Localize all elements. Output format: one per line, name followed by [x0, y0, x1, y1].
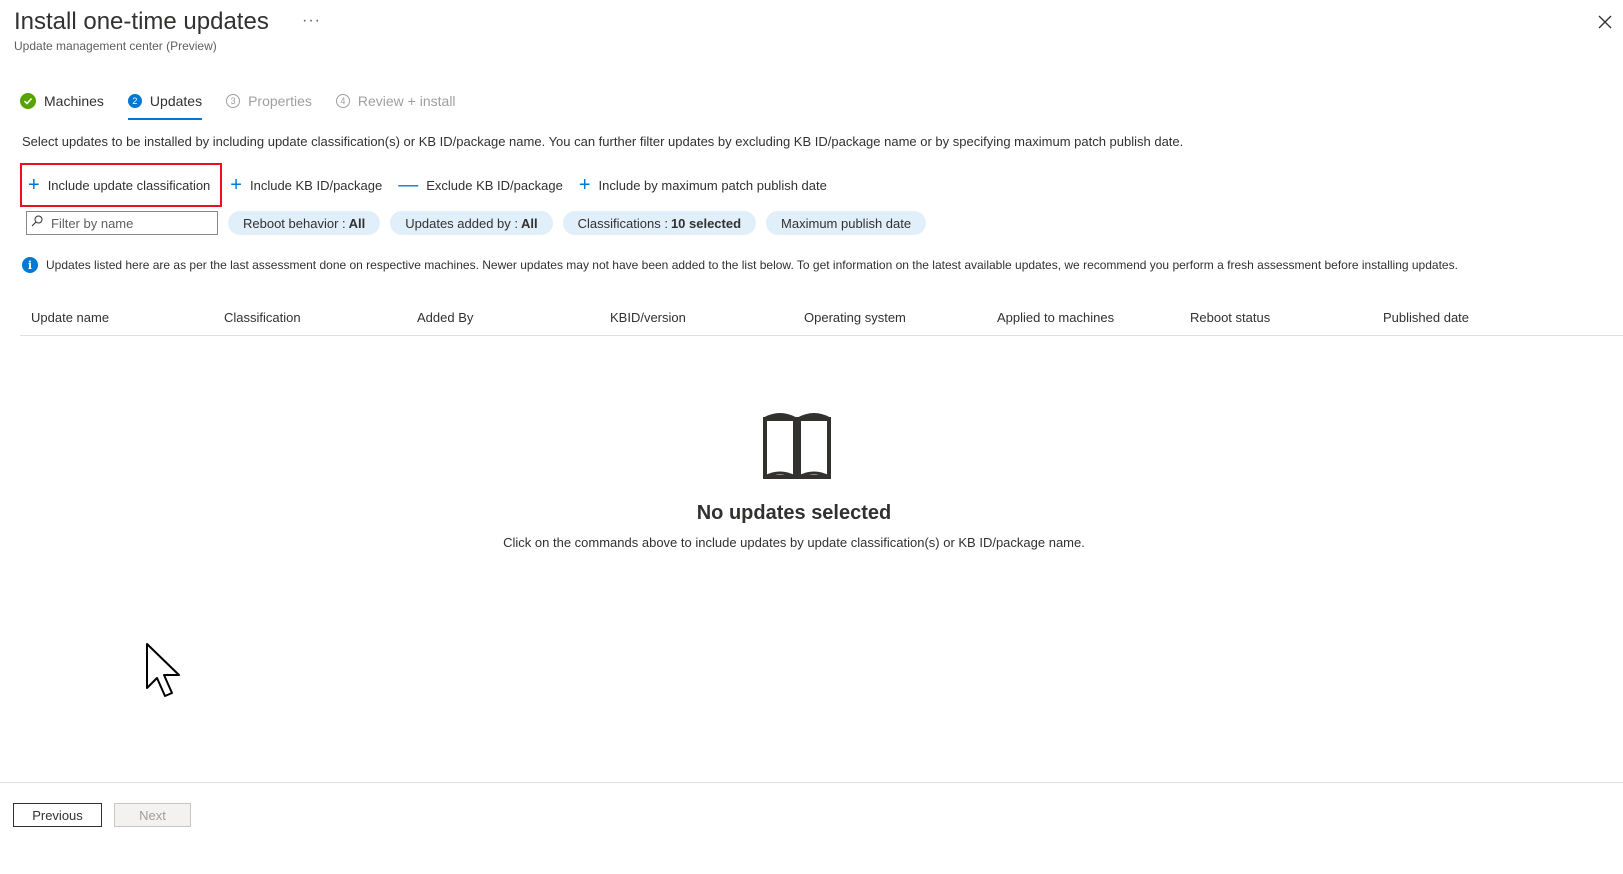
maximum-publish-date-filter[interactable]: Maximum publish date — [766, 211, 927, 235]
updates-added-by-filter[interactable]: Updates added by : All — [390, 211, 553, 235]
plus-icon: + — [28, 174, 40, 196]
footer: Previous Next — [0, 782, 1623, 874]
previous-button[interactable]: Previous — [13, 803, 102, 827]
filter-by-name-field[interactable] — [26, 211, 218, 235]
step-label: Updates — [149, 93, 203, 109]
check-circle-icon — [20, 93, 36, 109]
step-review-install[interactable]: 4 Review + install — [335, 88, 456, 114]
column-header-classification[interactable]: Classification — [224, 310, 301, 325]
column-header-operating-system[interactable]: Operating system — [804, 310, 906, 325]
search-input[interactable] — [49, 214, 213, 232]
command-label: Include by maximum patch publish date — [598, 177, 827, 193]
more-options-button[interactable]: ··· — [302, 12, 321, 30]
instructions-text: Select updates to be installed by includ… — [22, 134, 1184, 149]
empty-state-title: No updates selected — [696, 502, 892, 524]
filter-value: 10 selected — [670, 215, 742, 231]
command-label: Include update classification — [47, 177, 211, 193]
step-properties[interactable]: 3 Properties — [226, 88, 312, 114]
open-book-icon — [762, 411, 832, 486]
step-machines[interactable]: Machines — [20, 88, 104, 114]
search-icon — [31, 214, 43, 232]
mouse-pointer-icon — [145, 642, 183, 703]
info-text: Updates listed here are as per the last … — [46, 258, 1458, 272]
plus-icon: + — [230, 174, 242, 196]
step-number-badge: 4 — [335, 94, 350, 108]
close-icon[interactable] — [1597, 14, 1613, 30]
classifications-filter[interactable]: Classifications :10 selected — [562, 211, 757, 235]
filter-bar: Reboot behavior :All Updates added by :A… — [26, 210, 927, 236]
command-label: Exclude KB ID/package — [426, 177, 563, 193]
column-header-applied-to-machines[interactable]: Applied to machines — [997, 310, 1114, 325]
command-label: Include KB ID/package — [249, 177, 383, 193]
include-max-publish-date-button[interactable]: + Include by maximum patch publish date — [571, 163, 835, 207]
next-button[interactable]: Next — [114, 803, 191, 827]
filter-label: Maximum publish date — [781, 215, 912, 231]
column-header-added-by[interactable]: Added By — [417, 310, 473, 325]
step-label: Properties — [248, 93, 312, 109]
page-subtitle: Update management center (Preview) — [14, 39, 217, 53]
column-header-reboot-status[interactable]: Reboot status — [1190, 310, 1270, 325]
exclude-kb-package-button[interactable]: — Exclude KB ID/package — [390, 163, 571, 207]
reboot-behavior-filter[interactable]: Reboot behavior : All — [228, 211, 381, 235]
filter-value: All — [521, 215, 538, 231]
column-header-published-date[interactable]: Published date — [1383, 310, 1469, 325]
step-number-badge: 3 — [226, 94, 241, 108]
info-icon: i — [22, 257, 38, 273]
info-banner: i Updates listed here are as per the las… — [22, 257, 1458, 273]
minus-icon: — — [398, 174, 419, 196]
page-title: Install one-time updates — [14, 8, 269, 35]
include-update-classification-button[interactable]: + Include update classification — [20, 163, 223, 207]
filter-label: Updates added by : — [405, 215, 518, 231]
filter-label: Reboot behavior : — [243, 215, 346, 231]
column-header-kbid-version[interactable]: KBID/version — [610, 310, 686, 325]
plus-icon: + — [578, 174, 591, 196]
step-label: Machines — [44, 93, 104, 109]
filter-value: All — [348, 215, 366, 231]
command-bar: + Include update classification + Includ… — [20, 163, 835, 207]
empty-state-text: Click on the commands above to include u… — [503, 535, 1085, 550]
filter-label: Classifications : — [577, 215, 668, 231]
step-updates[interactable]: 2 Updates — [127, 88, 203, 120]
column-header-update-name[interactable]: Update name — [31, 310, 109, 325]
include-kb-package-button[interactable]: + Include KB ID/package — [222, 163, 390, 207]
step-number-badge: 2 — [127, 94, 142, 108]
updates-table-header: Update name Classification Added By KBID… — [20, 306, 1623, 336]
step-label: Review + install — [357, 93, 456, 109]
wizard-steps: Machines 2 Updates 3 Properties 4 Review… — [20, 88, 480, 120]
